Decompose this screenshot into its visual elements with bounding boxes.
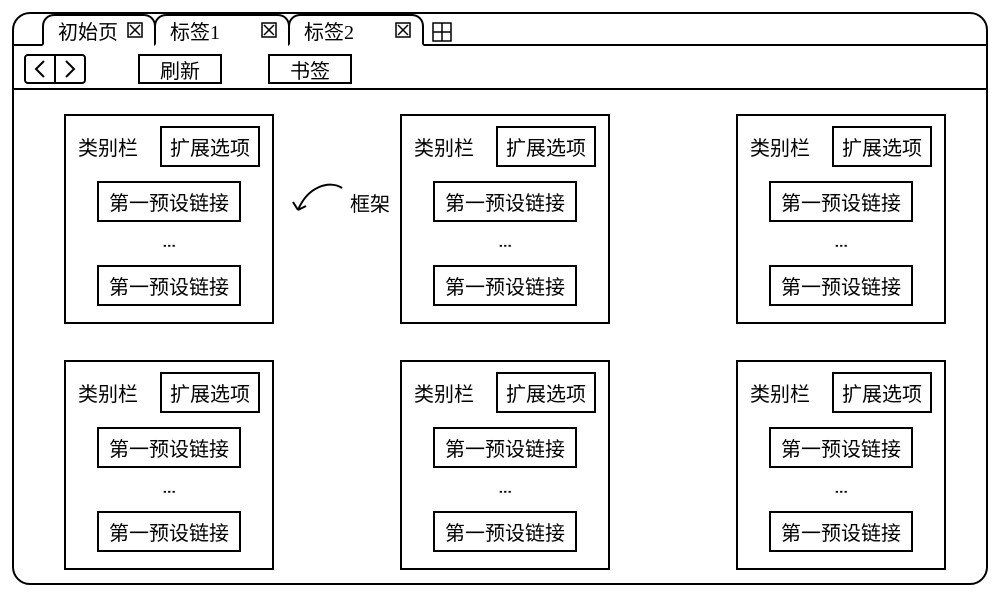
tab-2[interactable]: 标签2 xyxy=(288,14,424,46)
ellipsis-icon: ⁝ xyxy=(160,489,178,491)
close-icon[interactable] xyxy=(260,21,278,39)
frame-card: 类别栏 扩展选项 第一预设链接 ⁝ 第一预设链接 xyxy=(400,114,610,324)
ellipsis-icon: ⁝ xyxy=(496,243,514,245)
refresh-button[interactable]: 刷新 xyxy=(138,54,222,84)
preset-link-button[interactable]: 第一预设链接 xyxy=(769,511,913,552)
tab-label: 标签2 xyxy=(304,16,354,45)
ellipsis-icon: ⁝ xyxy=(832,489,850,491)
category-label: 类别栏 xyxy=(78,372,138,407)
preset-link-button[interactable]: 第一预设链接 xyxy=(433,511,577,552)
tab-initial[interactable]: 初始页 xyxy=(42,14,156,46)
category-label: 类别栏 xyxy=(750,372,810,407)
preset-link-button[interactable]: 第一预设链接 xyxy=(97,181,241,222)
expand-options-button[interactable]: 扩展选项 xyxy=(832,126,932,167)
ellipsis-icon: ⁝ xyxy=(496,489,514,491)
tab-1[interactable]: 标签1 xyxy=(154,14,290,46)
category-label: 类别栏 xyxy=(750,126,810,161)
preset-link-button[interactable]: 第一预设链接 xyxy=(433,181,577,222)
ellipsis-icon: ⁝ xyxy=(832,243,850,245)
content-area: 类别栏 扩展选项 第一预设链接 ⁝ 第一预设链接 类别栏 扩展选项 第一预设链接… xyxy=(14,96,986,583)
forward-button[interactable] xyxy=(56,56,84,82)
nav-arrows xyxy=(24,54,86,84)
preset-link-button[interactable]: 第一预设链接 xyxy=(97,511,241,552)
ellipsis-icon: ⁝ xyxy=(160,243,178,245)
close-icon[interactable] xyxy=(126,21,144,39)
toolbar-divider xyxy=(14,88,986,90)
preset-link-button[interactable]: 第一预设链接 xyxy=(97,427,241,468)
tab-label: 初始页 xyxy=(58,16,118,45)
new-tab-button[interactable] xyxy=(428,18,456,46)
frame-card: 类别栏 扩展选项 第一预设链接 ⁝ 第一预设链接 xyxy=(64,360,274,570)
toolbar: 刷新 书签 xyxy=(24,52,976,86)
preset-link-button[interactable]: 第一预设链接 xyxy=(769,427,913,468)
preset-link-button[interactable]: 第一预设链接 xyxy=(769,181,913,222)
bookmarks-button[interactable]: 书签 xyxy=(268,54,352,84)
frame-card: 类别栏 扩展选项 第一预设链接 ⁝ 第一预设链接 xyxy=(400,360,610,570)
category-label: 类别栏 xyxy=(414,126,474,161)
preset-link-button[interactable]: 第一预设链接 xyxy=(433,265,577,306)
category-label: 类别栏 xyxy=(78,126,138,161)
category-label: 类别栏 xyxy=(414,372,474,407)
tab-strip: 初始页 标签1 标签2 xyxy=(42,12,456,46)
expand-options-button[interactable]: 扩展选项 xyxy=(160,372,260,413)
expand-options-button[interactable]: 扩展选项 xyxy=(496,126,596,167)
preset-link-button[interactable]: 第一预设链接 xyxy=(433,427,577,468)
refresh-label: 刷新 xyxy=(160,55,200,84)
frame-card: 类别栏 扩展选项 第一预设链接 ⁝ 第一预设链接 xyxy=(64,114,274,324)
preset-link-button[interactable]: 第一预设链接 xyxy=(97,265,241,306)
preset-link-button[interactable]: 第一预设链接 xyxy=(769,265,913,306)
frame-card: 类别栏 扩展选项 第一预设链接 ⁝ 第一预设链接 xyxy=(736,360,946,570)
back-button[interactable] xyxy=(26,56,54,82)
expand-options-button[interactable]: 扩展选项 xyxy=(832,372,932,413)
browser-window: 初始页 标签1 标签2 xyxy=(12,12,988,585)
expand-options-button[interactable]: 扩展选项 xyxy=(496,372,596,413)
bookmarks-label: 书签 xyxy=(290,55,330,84)
frame-card: 类别栏 扩展选项 第一预设链接 ⁝ 第一预设链接 xyxy=(736,114,946,324)
card-grid: 类别栏 扩展选项 第一预设链接 ⁝ 第一预设链接 类别栏 扩展选项 第一预设链接… xyxy=(64,114,958,570)
tab-label: 标签1 xyxy=(170,16,220,45)
expand-options-button[interactable]: 扩展选项 xyxy=(160,126,260,167)
close-icon[interactable] xyxy=(394,21,412,39)
